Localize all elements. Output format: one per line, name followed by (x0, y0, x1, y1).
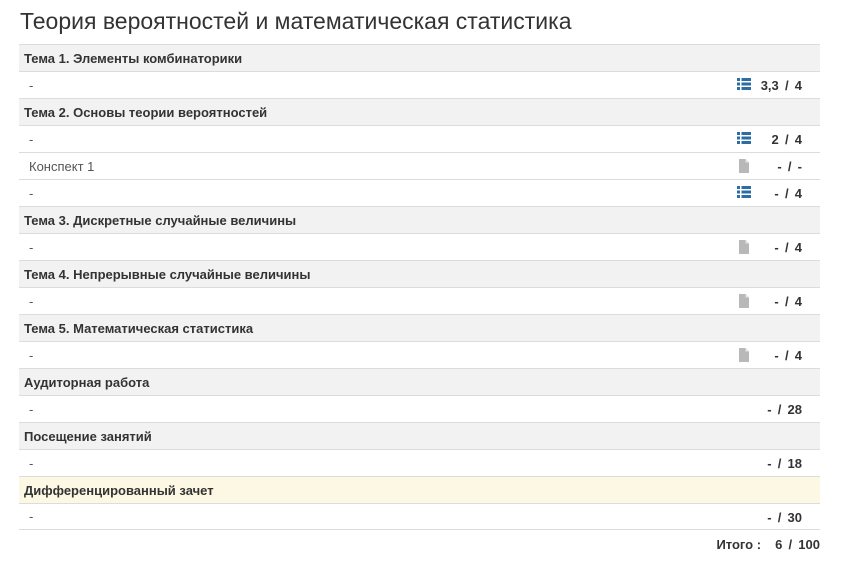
score-earned: 2 (771, 132, 779, 147)
score-max: 4 (794, 240, 802, 255)
page-title: Теория вероятностей и математическая ста… (20, 8, 572, 34)
score: -/ 4 (753, 288, 802, 315)
section-title: Посещение занятий (24, 428, 152, 444)
score-max: 4 (794, 78, 802, 93)
score-max: 28 (787, 402, 802, 417)
section-header: Тема 2. Основы теории вероятностей (19, 98, 820, 125)
score-separator: / (784, 348, 789, 363)
list-icon[interactable] (737, 186, 751, 200)
total-label: Итого : (716, 537, 762, 552)
score-earned: - (774, 348, 779, 363)
score-max: 4 (794, 132, 802, 147)
score: -/ 4 (753, 342, 802, 369)
score: 3,3 / 4 (753, 72, 802, 99)
section-title: Тема 2. Основы теории вероятностей (24, 104, 268, 120)
section-header: Тема 3. Дискретные случайные величины (19, 206, 820, 233)
section-header: Тема 5. Математическая статистика (19, 314, 820, 341)
document-icon[interactable] (737, 348, 751, 362)
grade-item[interactable]: - -/18 (19, 449, 820, 476)
score-separator: / (777, 402, 782, 417)
score-earned: 3,3 (760, 78, 779, 93)
total-max: 100 (798, 537, 820, 552)
item-label: Конспект 1 (29, 158, 95, 174)
score-max: 4 (794, 186, 802, 201)
score-separator: / (788, 537, 793, 552)
grade-item[interactable]: - 2 / 4 (19, 125, 820, 152)
item-label: - (29, 347, 34, 363)
score-max: 18 (787, 456, 802, 471)
score-separator: / (777, 510, 782, 525)
section-header: Аудиторная работа (19, 368, 820, 395)
document-icon[interactable] (737, 159, 751, 173)
item-label: - (29, 455, 34, 471)
grade-item[interactable]: - -/28 (19, 395, 820, 422)
list-icon[interactable] (737, 132, 751, 146)
item-label: - (29, 131, 34, 147)
score-earned: - (767, 402, 772, 417)
section-title: Аудиторная работа (24, 374, 150, 390)
score-separator: / (784, 132, 789, 147)
section-title: Тема 4. Непрерывные случайные величины (24, 266, 311, 282)
score-separator: / (784, 294, 789, 309)
score-earned: - (774, 240, 779, 255)
section-title: Тема 5. Математическая статистика (24, 320, 254, 336)
grade-item[interactable]: - -/4 (19, 233, 820, 260)
score: -/ 4 (753, 234, 802, 261)
score: -/ 30 (746, 504, 802, 531)
total-score: 6 (775, 537, 783, 552)
score: - / - (756, 153, 802, 180)
score-max: 30 (787, 510, 802, 525)
score-earned: - (767, 456, 772, 471)
grade-item[interactable]: - -/4 (19, 179, 820, 206)
score-separator: / (784, 78, 789, 93)
score: -/ 18 (746, 450, 802, 477)
total-row: Итого : 6 / 100 (716, 531, 820, 558)
score-earned: - (774, 186, 779, 201)
score-earned: - (777, 159, 782, 174)
score-earned: - (774, 294, 779, 309)
item-label: - (29, 401, 34, 417)
score-separator: / (784, 186, 789, 201)
grade-table: Тема 1. Элементы комбинаторики -3,3/4 Тема… (19, 44, 820, 530)
item-label: - (29, 509, 34, 524)
section-header: Посещение занятий (19, 422, 820, 449)
score-max: - (797, 159, 802, 174)
list-icon[interactable] (737, 78, 751, 92)
document-icon[interactable] (737, 294, 751, 308)
grade-item[interactable]: - -/4 (19, 341, 820, 368)
score-separator: / (784, 240, 789, 255)
section-title: Дифференцированный зачет (24, 482, 214, 498)
grade-item[interactable]: - -/4 (19, 287, 820, 314)
section-title: Тема 1. Элементы комбинаторики (24, 50, 243, 66)
score-earned: - (767, 510, 772, 525)
document-icon[interactable] (737, 240, 751, 254)
score-max: 4 (794, 294, 802, 309)
item-label: - (29, 293, 34, 309)
score: 2 / 4 (753, 126, 802, 153)
score-separator: / (777, 456, 782, 471)
score: -/ 4 (753, 180, 802, 207)
score-max: 4 (794, 348, 802, 363)
section-header: Тема 1. Элементы комбинаторики (19, 44, 820, 71)
grade-item[interactable]: - 3,3 / 4 (19, 71, 820, 98)
score-separator: / (787, 159, 792, 174)
item-label: - (29, 185, 34, 201)
section-title: Тема 3. Дискретные случайные величины (24, 212, 297, 228)
section-header: Дифференцированный зачет (19, 476, 820, 503)
item-label: - (29, 77, 34, 93)
item-label: - (29, 239, 34, 255)
score: -/ 28 (746, 396, 802, 423)
section-header: Тема 4. Непрерывные случайные величины (19, 260, 820, 287)
grade-item[interactable]: - -/30 (19, 503, 820, 530)
grade-item[interactable]: Конспект 1 - / - (19, 152, 820, 179)
